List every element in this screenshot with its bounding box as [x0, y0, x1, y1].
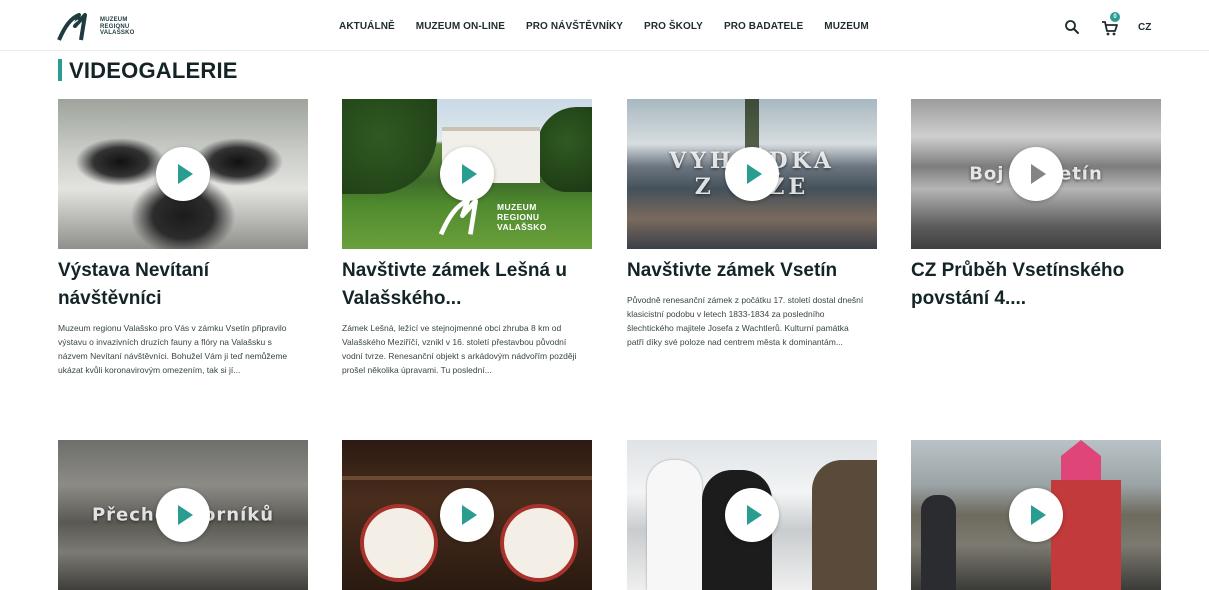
video-card: MUZEUM REGIONU VALAŠSKO Navštivte zámek …	[342, 99, 592, 377]
nav-item-muzeum-online[interactable]: MUZEUM ON-LINE	[416, 21, 505, 32]
figure-fur	[812, 460, 877, 590]
video-card: Výstava Nevítaní návštěvníci Muzeum regi…	[58, 99, 308, 377]
video-card	[627, 440, 877, 590]
play-button[interactable]	[1009, 147, 1063, 201]
logo-text: MUZEUM REGIONU VALAŠSKO	[100, 17, 135, 37]
play-button[interactable]	[440, 488, 494, 542]
museum-watermark: MUZEUM REGIONU VALAŠSKO	[437, 197, 547, 237]
play-button[interactable]	[156, 147, 210, 201]
language-switch[interactable]: CZ	[1138, 22, 1151, 33]
cart-count-badge: 0	[1110, 12, 1120, 22]
video-description: Muzeum regionu Valašsko pro Vás v zámku …	[58, 323, 288, 375]
play-button[interactable]	[725, 488, 779, 542]
watermark-text: MUZEUM REGIONU VALAŠSKO	[497, 202, 547, 232]
page-title: VIDEOGALERIE	[69, 58, 238, 83]
site-header: MUZEUM REGIONU VALAŠSKO AKTUÁLNĚ MUZEUM …	[0, 0, 1209, 51]
logo-mark-icon	[57, 13, 87, 41]
video-thumbnail[interactable]: MUZEUM REGIONU VALAŠSKO	[342, 99, 592, 249]
main-nav: AKTUÁLNĚ MUZEUM ON-LINE PRO NÁVŠTĚVNÍKY …	[339, 21, 890, 32]
bishop-mitre	[1061, 440, 1101, 480]
nav-item-pro-skoly[interactable]: PRO ŠKOLY	[644, 21, 703, 32]
title-accent-bar	[58, 59, 62, 81]
site-logo[interactable]: MUZEUM REGIONU VALAŠSKO	[57, 12, 147, 42]
video-thumbnail[interactable]: Boj o Vsetín	[911, 99, 1161, 249]
video-thumbnail[interactable]	[911, 440, 1161, 590]
video-description: Zámek Lešná, ležící ve stejnojmenné obci…	[342, 323, 577, 375]
figure-white	[647, 460, 702, 590]
play-button[interactable]	[440, 147, 494, 201]
decorative-plate	[500, 504, 578, 582]
video-description: Původně renesanční zámek z počátku 17. s…	[627, 295, 864, 347]
trees-right	[537, 107, 592, 192]
search-button[interactable]	[1064, 19, 1080, 35]
play-button[interactable]	[725, 147, 779, 201]
video-card	[911, 440, 1161, 590]
video-thumbnail[interactable]	[627, 440, 877, 590]
logo-mark-icon	[438, 198, 478, 236]
video-thumbnail[interactable]	[342, 440, 592, 590]
video-thumbnail[interactable]	[58, 99, 308, 249]
nav-item-aktualne[interactable]: AKTUÁLNĚ	[339, 21, 395, 32]
video-title[interactable]: Navštivte zámek Vsetín	[627, 257, 877, 285]
decorative-plate	[360, 504, 438, 582]
video-title[interactable]: CZ Průběh Vsetínského povstání 4....	[911, 257, 1161, 313]
nav-item-pro-navstevniky[interactable]: PRO NÁVŠTĚVNÍKY	[526, 21, 623, 32]
play-button[interactable]	[156, 488, 210, 542]
video-card: Boj o Vsetín CZ Průběh Vsetínského povst…	[911, 99, 1161, 313]
nav-item-pro-badatele[interactable]: PRO BADATELE	[724, 21, 803, 32]
video-card: Přechod horníků	[58, 440, 308, 590]
video-card: VYHLÍDKA Z VĚŽE Navštivte zámek Vsetín P…	[627, 99, 877, 349]
trees-left	[342, 99, 437, 194]
video-thumbnail[interactable]: Přechod horníků	[58, 440, 308, 590]
video-card	[342, 440, 592, 590]
search-icon	[1065, 20, 1079, 34]
play-button[interactable]	[1009, 488, 1063, 542]
shelf	[342, 476, 592, 480]
video-thumbnail[interactable]: VYHLÍDKA Z VĚŽE	[627, 99, 877, 249]
video-title[interactable]: Výstava Nevítaní návštěvníci	[58, 257, 308, 313]
nav-item-muzeum[interactable]: MUZEUM	[824, 21, 868, 32]
bishop-robe	[1051, 480, 1121, 590]
video-title[interactable]: Navštivte zámek Lešná u Valašského...	[342, 257, 592, 313]
figure-walker	[921, 495, 956, 590]
cart-button[interactable]: 0	[1100, 12, 1122, 37]
